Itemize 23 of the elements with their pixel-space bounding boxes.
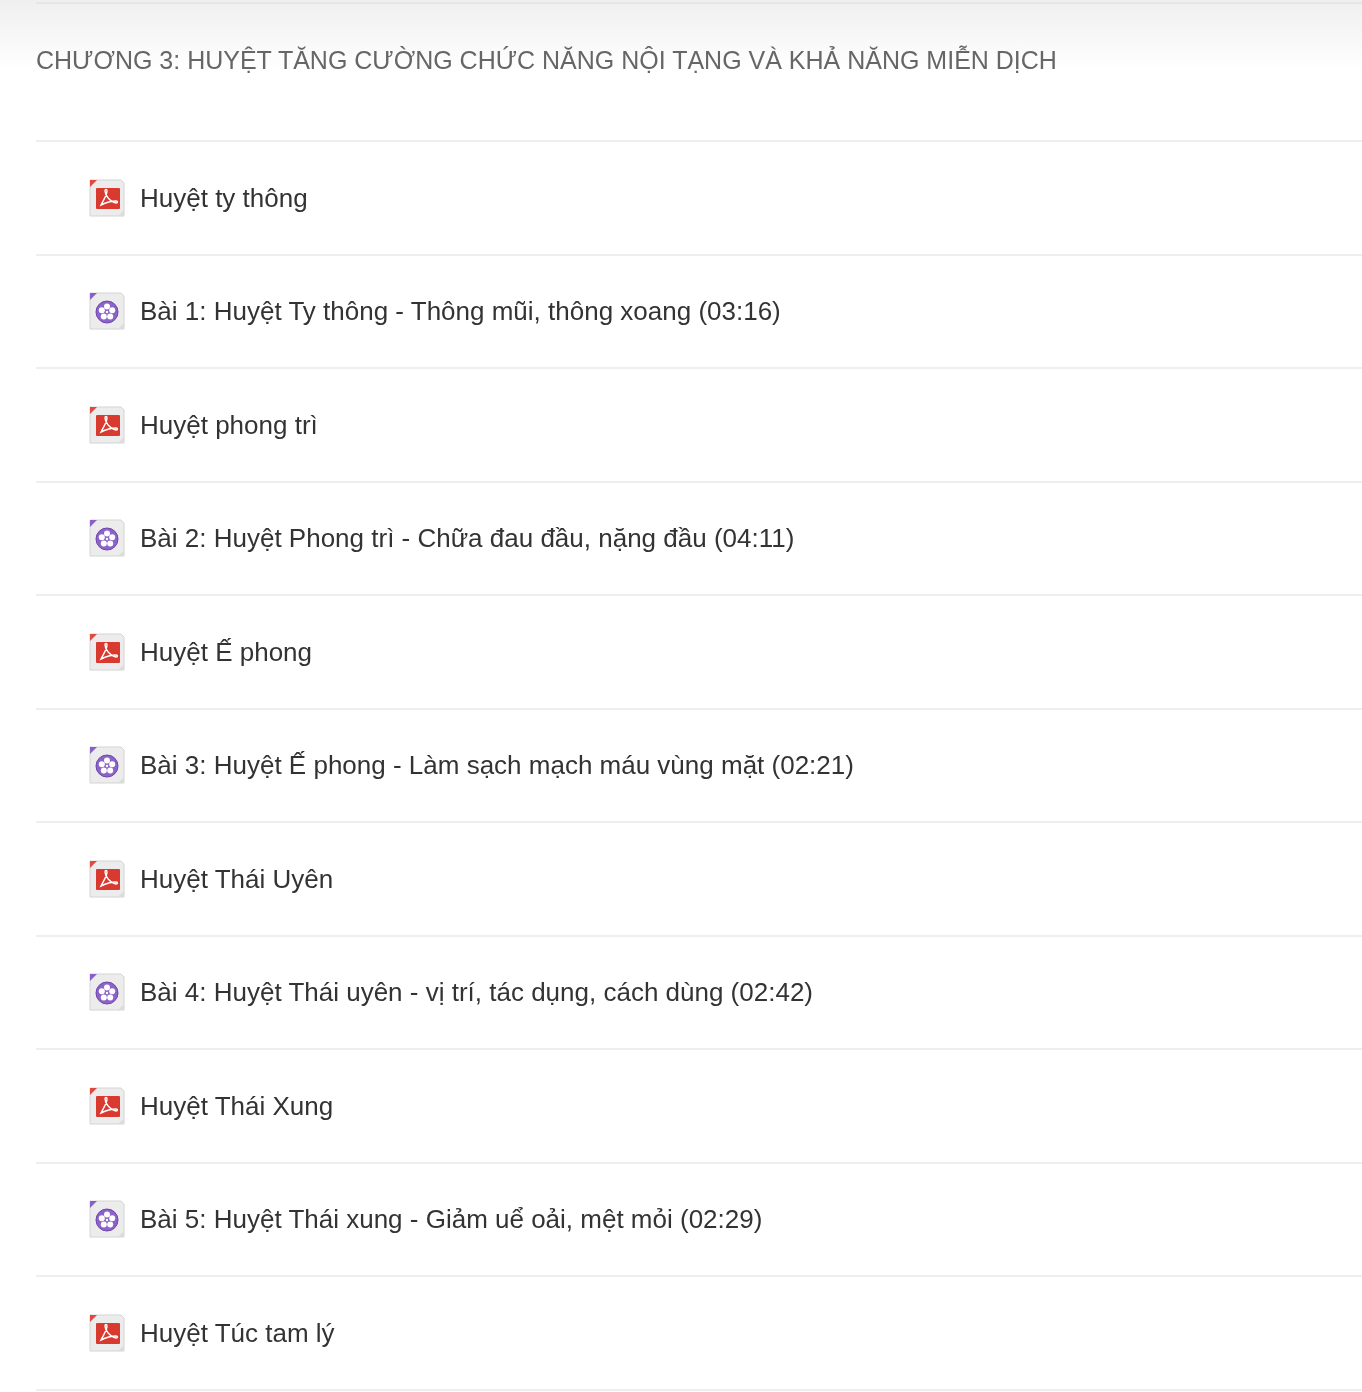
video-file-icon [88,1200,126,1239]
lesson-link[interactable]: Huyệt ty thông [140,181,308,214]
pdf-file-icon [88,1313,126,1352]
video-file-icon [88,973,126,1012]
pdf-file-icon [88,405,126,444]
lesson-link[interactable]: Huyệt Ế phong [140,635,312,668]
video-file-icon [88,519,126,558]
video-file-icon [88,292,126,331]
lesson-link[interactable]: Bài 1: Huyệt Ty thông - Thông mũi, thông xoang (03:16) [140,295,781,328]
lesson-link[interactable]: Huyệt Thái Xung [140,1089,334,1122]
lesson-link[interactable]: Huyệt Túc tam lý [140,1316,335,1349]
pdf-file-icon [88,632,126,671]
lesson-link[interactable]: Bài 4: Huyệt Thái uyên - vị trí, tác dụng, cách dùng (02:42) [140,976,813,1009]
lesson-link[interactable]: Bài 5: Huyệt Thái xung - Giảm uể oải, mệt mỏi (02:29) [140,1203,763,1236]
section-heading: CHƯƠNG 3: HUYỆT TĂNG CƯỜNG CHỨC NĂNG NỘI TẠNG VÀ KHẢ NĂNG MIỄN DỊCH [36,45,1057,75]
lesson-link[interactable]: Huyệt Thái Uyên [140,862,334,895]
lesson-link[interactable]: Bài 2: Huyệt Phong trì - Chữa đau đầu, nặng đầu (04:11) [140,522,795,555]
lesson-link[interactable]: Bài 3: Huyệt Ế phong - Làm sạch mạch máu vùng mặt (02:21) [140,749,854,782]
pdf-file-icon [88,1086,126,1125]
pdf-file-icon [88,859,126,898]
pdf-file-icon [88,178,126,217]
video-file-icon [88,746,126,785]
lesson-link[interactable]: Huyệt phong trì [140,408,318,441]
